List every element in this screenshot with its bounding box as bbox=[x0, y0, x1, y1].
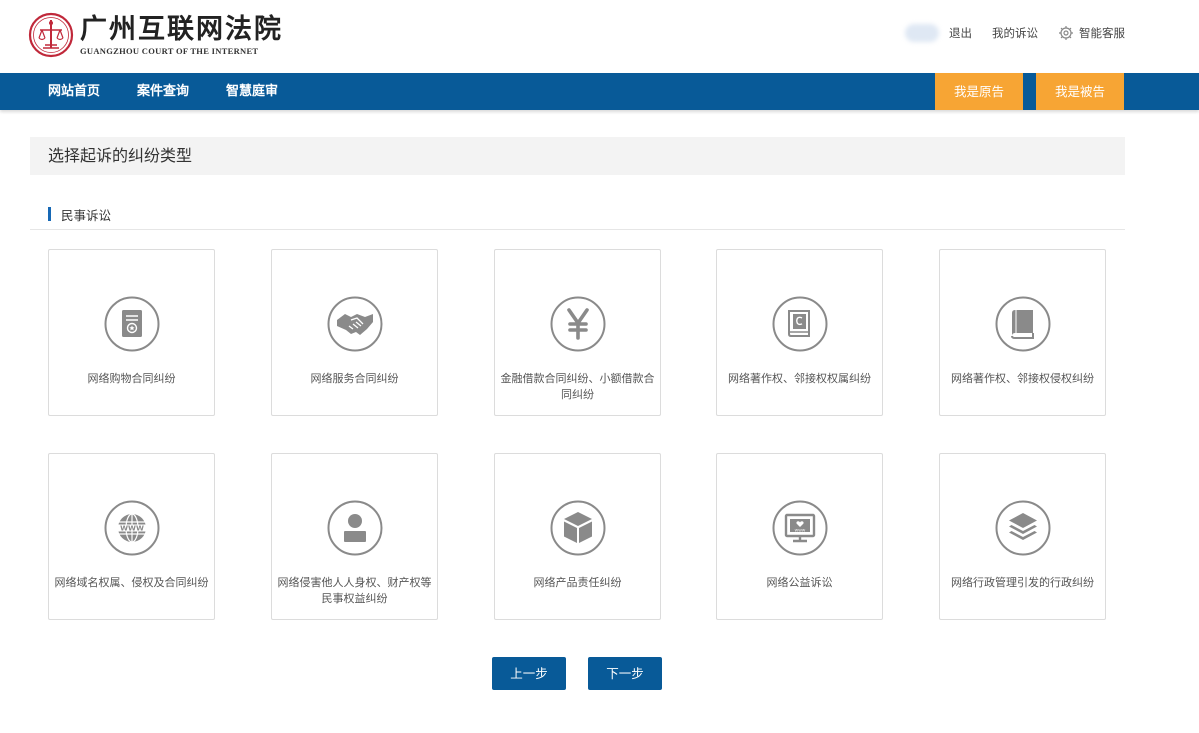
page-title-bar: 选择起诉的纠纷类型 bbox=[30, 137, 1125, 175]
section-marker bbox=[48, 207, 51, 221]
layers-icon bbox=[995, 500, 1051, 556]
logout-link[interactable]: 退出 bbox=[949, 25, 972, 41]
person-icon bbox=[327, 500, 383, 556]
dispute-card-personal-rights[interactable]: 网络侵害他人人身权、财产权等民事权益纠纷 bbox=[271, 453, 438, 620]
user-bar: 退出 我的诉讼 智能客服 bbox=[905, 22, 1125, 44]
handshake-icon bbox=[327, 296, 383, 352]
book-icon bbox=[995, 296, 1051, 352]
svg-text:WWW: WWW bbox=[120, 524, 144, 533]
card-label: 网络行政管理引发的行政纠纷 bbox=[951, 576, 1094, 589]
service-link[interactable]: 智能客服 bbox=[1058, 25, 1125, 41]
court-name: 广州互联网法院 bbox=[80, 13, 283, 45]
nav-home[interactable]: 网站首页 bbox=[48, 73, 100, 110]
defendant-button[interactable]: 我是被告 bbox=[1036, 73, 1124, 110]
dispute-card-copyright-ownership[interactable]: 网络著作权、邻接权权属纠纷 bbox=[716, 249, 883, 416]
dispute-card-domain[interactable]: WWW 网络域名权属、侵权及合同纠纷 bbox=[48, 453, 215, 620]
dispute-card-online-service[interactable]: 网络服务合同纠纷 bbox=[271, 249, 438, 416]
nav-case-query[interactable]: 案件查询 bbox=[137, 73, 189, 110]
certificate-icon bbox=[104, 296, 160, 352]
dispute-card-administrative[interactable]: 网络行政管理引发的行政纠纷 bbox=[939, 453, 1106, 620]
www-globe-icon: WWW bbox=[104, 500, 160, 556]
user-avatar bbox=[905, 24, 939, 42]
prev-step-button[interactable]: 上一步 bbox=[492, 657, 566, 690]
header: 广州互联网法院 GUANGZHOU COURT OF THE INTERNET … bbox=[0, 0, 1199, 73]
court-name-en: GUANGZHOU COURT OF THE INTERNET bbox=[80, 45, 259, 56]
yen-icon bbox=[550, 296, 606, 352]
card-label: 金融借款合同纠纷、小额借款合同纠纷 bbox=[500, 372, 655, 401]
dispute-card-public-interest[interactable]: WWW 网络公益诉讼 bbox=[716, 453, 883, 620]
card-label: 网络域名权属、侵权及合同纠纷 bbox=[54, 576, 209, 589]
box-icon bbox=[550, 500, 606, 556]
dispute-card-copyright-infringement[interactable]: 网络著作权、邻接权侵权纠纷 bbox=[939, 249, 1106, 416]
plaintiff-button[interactable]: 我是原告 bbox=[935, 73, 1023, 110]
dispute-card-finance-loan[interactable]: 金融借款合同纠纷、小额借款合同纠纷 bbox=[494, 249, 661, 416]
card-label: 网络著作权、邻接权侵权纠纷 bbox=[951, 372, 1094, 385]
nav-smart-trial[interactable]: 智慧庭审 bbox=[226, 73, 278, 110]
section-header: 民事诉讼 bbox=[30, 200, 1125, 230]
next-step-button[interactable]: 下一步 bbox=[588, 657, 662, 690]
monitor-icon: WWW bbox=[772, 500, 828, 556]
card-label: 网络侵害他人人身权、财产权等民事权益纠纷 bbox=[277, 576, 432, 605]
court-emblem-icon bbox=[28, 12, 74, 58]
card-label: 网络产品责任纠纷 bbox=[533, 576, 622, 589]
card-label: 网络服务合同纠纷 bbox=[310, 372, 399, 385]
card-label: 网络著作权、邻接权权属纠纷 bbox=[728, 372, 871, 385]
service-label: 智能客服 bbox=[1079, 26, 1125, 40]
my-cases-link[interactable]: 我的诉讼 bbox=[992, 25, 1038, 41]
gear-icon bbox=[1059, 26, 1073, 40]
card-label: 网络购物合同纠纷 bbox=[87, 372, 176, 385]
court-logo[interactable]: 广州互联网法院 GUANGZHOU COURT OF THE INTERNET bbox=[28, 12, 283, 58]
copyright-book-icon bbox=[772, 296, 828, 352]
card-label: 网络公益诉讼 bbox=[766, 576, 833, 589]
dispute-card-product-liability[interactable]: 网络产品责任纠纷 bbox=[494, 453, 661, 620]
section-title: 民事诉讼 bbox=[61, 208, 112, 223]
svg-text:WWW: WWW bbox=[795, 528, 806, 532]
page-title: 选择起诉的纠纷类型 bbox=[48, 146, 193, 165]
dispute-card-online-shopping[interactable]: 网络购物合同纠纷 bbox=[48, 249, 215, 416]
main-nav: 网站首页 案件查询 智慧庭审 我是原告 我是被告 bbox=[0, 73, 1199, 110]
